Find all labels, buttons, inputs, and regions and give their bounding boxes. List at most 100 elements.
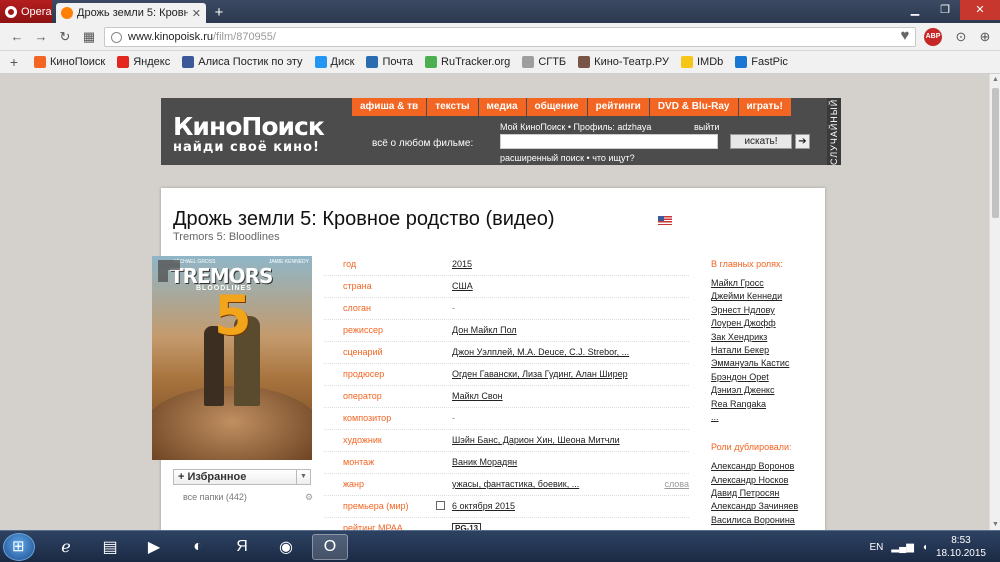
cast-member-link[interactable]: Брэндон Ореt [711,371,821,384]
bookmark-heart-icon[interactable]: ♥ [897,28,913,44]
cast-member-link[interactable]: Лоурен Джофф [711,317,821,330]
search-about-label: всё о любом фильме: [372,138,474,149]
bookmark-item[interactable]: Алиса Постик по эту [176,56,308,68]
bookmark-item[interactable]: Диск [309,56,361,68]
close-tab-icon[interactable]: ✕ [192,7,201,20]
bookmark-item[interactable]: Яндекс [111,56,176,68]
back-button[interactable]: ← [8,28,26,46]
speaker-icon[interactable]: ◖ [922,542,928,553]
favorites-dropdown[interactable]: + Избранное ▼ [173,469,311,485]
bookmark-label: FastPic [751,56,788,68]
menu-item[interactable]: тексты [426,98,477,116]
menu-item[interactable]: рейтинги [586,98,649,116]
forward-button[interactable]: → [32,28,50,46]
dub-list: Александр Воронов Александр Носков Давид П… [711,460,821,527]
cast-member-link[interactable]: Дэниэл Дженкс [711,384,821,397]
keywords-link[interactable]: слова [664,479,689,489]
close-window-button[interactable]: ✕ [960,0,1000,20]
all-folders-link[interactable]: все папки (442) [183,492,247,502]
settings-icon[interactable]: ⚙ [305,492,313,503]
add-bookmark-button[interactable]: + [0,54,28,70]
logout-link[interactable]: выйти [694,122,719,132]
media-player-icon[interactable]: ▶ [136,534,172,560]
url-field[interactable]: www.kinopoisk.ru/film/870955/ [104,27,916,47]
dub-actor-link[interactable]: Александр Носков [711,474,821,487]
bookmark-favicon-icon [182,56,195,68]
info-value[interactable]: 6 октября 2015 [452,501,515,511]
cast-member-link[interactable]: Майкл Гросс [711,277,821,290]
info-value[interactable]: Ваник Морадян [452,457,517,467]
menu-item[interactable]: афиша & тв [351,98,426,116]
firefox-icon[interactable]: ◉ [268,534,304,560]
maximize-button[interactable]: ❐ [930,0,960,20]
explorer-folder-icon[interactable]: ▤ [92,534,128,560]
dub-actor-link[interactable]: Александр Воронов [711,460,821,473]
menu-item[interactable]: играть! [737,98,791,116]
clock[interactable]: 8:53 18.10.2015 [936,534,986,560]
dub-actor-link[interactable]: Василиса Воронина [711,514,821,527]
cast-member-link[interactable]: Эммануэль Кастис [711,357,821,370]
kinopoisk-logo[interactable]: КиноПоиск [173,114,325,140]
reload-button[interactable]: ↻ [56,28,74,46]
page-title: Дрожь земли 5: Кровное родство (видео) [173,208,555,230]
menu-item[interactable]: медиа [477,98,526,116]
dub-actor-link[interactable]: Александр Зачиняев [711,500,821,513]
yandex-browser-icon[interactable]: Я [224,534,260,560]
advanced-search-link[interactable]: расширенный поиск • что ищут? [500,153,635,163]
new-tab-button[interactable]: + [209,4,229,22]
film-poster[interactable]: 5 MICHAEL GROSS JAMIE KENNEDY TREMORS BL… [152,256,312,460]
cast-member-link[interactable]: Зак Хендрикз [711,331,821,344]
bookmark-item[interactable]: КиноПоиск [28,56,111,68]
volume-app-icon[interactable]: ◐ [180,534,216,560]
calendar-icon[interactable] [436,501,445,510]
sidebar-toggle-icon[interactable]: ⊕ [976,28,994,46]
film-search-input[interactable] [500,134,718,149]
scroll-up-icon[interactable]: ▲ [990,74,1000,85]
info-value[interactable]: 2015 [452,259,472,269]
opera-menu-button[interactable]: Opera [0,0,52,23]
cast-member-link[interactable]: Эрнест Ндлову [711,304,821,317]
cast-member-link[interactable]: Джейми Кеннеди [711,290,821,303]
dub-actor-link[interactable]: Давид Петросян [711,487,821,500]
search-button[interactable]: искать! [730,134,792,149]
bookmark-item[interactable]: Кино-Театр.РУ [572,56,675,68]
bookmark-favicon-icon [578,56,591,68]
info-value[interactable]: Джон Уэлплей, M.A. Deuce, C.J. Strebor, … [452,347,629,357]
scrollbar-thumb[interactable] [992,88,999,218]
info-value[interactable]: Шэйн Банс, Дарион Хин, Шеона Митчли [452,435,620,445]
download-icon[interactable]: ⊙ [952,28,970,46]
cast-member-link[interactable]: Натали Бекер [711,344,821,357]
info-value[interactable]: США [452,281,473,291]
bookmark-item[interactable]: СГТБ [516,56,572,68]
profile-link[interactable]: Мой КиноПоиск • Профиль: adzhaya [500,122,651,132]
speed-dial-grid-icon[interactable]: ▦ [80,28,98,46]
bookmark-item[interactable]: FastPic [729,56,794,68]
opera-taskbar-icon[interactable]: O [312,534,348,560]
minimize-button[interactable]: ▁ [900,0,930,20]
bookmark-item[interactable]: RuTracker.org [419,56,516,68]
language-indicator[interactable]: EN [870,542,884,553]
info-key: монтаж [343,457,375,467]
adblock-icon[interactable]: ABP [924,28,942,46]
info-value[interactable]: Майкл Свон [452,391,503,401]
mpaa-rating-badge[interactable]: PG-13 [452,523,482,530]
info-value[interactable]: Огден Гавански, Лиза Гудинг, Алан Ширер [452,369,628,379]
bookmark-item[interactable]: IMDb [675,56,729,68]
scroll-down-icon[interactable]: ▼ [990,519,1000,530]
browser-tab-active[interactable]: Дрожь земли 5: Кровное ✕ [56,3,206,23]
bookmark-label: Диск [330,56,355,68]
network-icon[interactable]: ▂▄▆ [891,542,913,553]
menu-item[interactable]: DVD & Blu-Ray [648,98,738,116]
cast-member-link[interactable]: Rea Rangaka [711,398,821,411]
info-value[interactable]: ужасы, фантастика, боевик, ... [452,479,579,489]
page-scrollbar[interactable]: ▲ ▼ [989,74,1000,530]
random-film-tab[interactable]: СЛУЧАЙНЫЙ [827,98,841,165]
ie-icon[interactable]: ℯ [48,534,84,560]
start-button[interactable] [3,533,35,561]
arrow-right-icon[interactable]: ➔ [795,134,810,149]
bookmark-item[interactable]: Почта [360,56,419,68]
bookmark-ribbon-icon[interactable] [158,260,180,282]
cast-member-link[interactable]: ... [711,411,821,424]
menu-item[interactable]: общение [525,98,587,116]
info-value[interactable]: Дон Майкл Пол [452,325,517,335]
